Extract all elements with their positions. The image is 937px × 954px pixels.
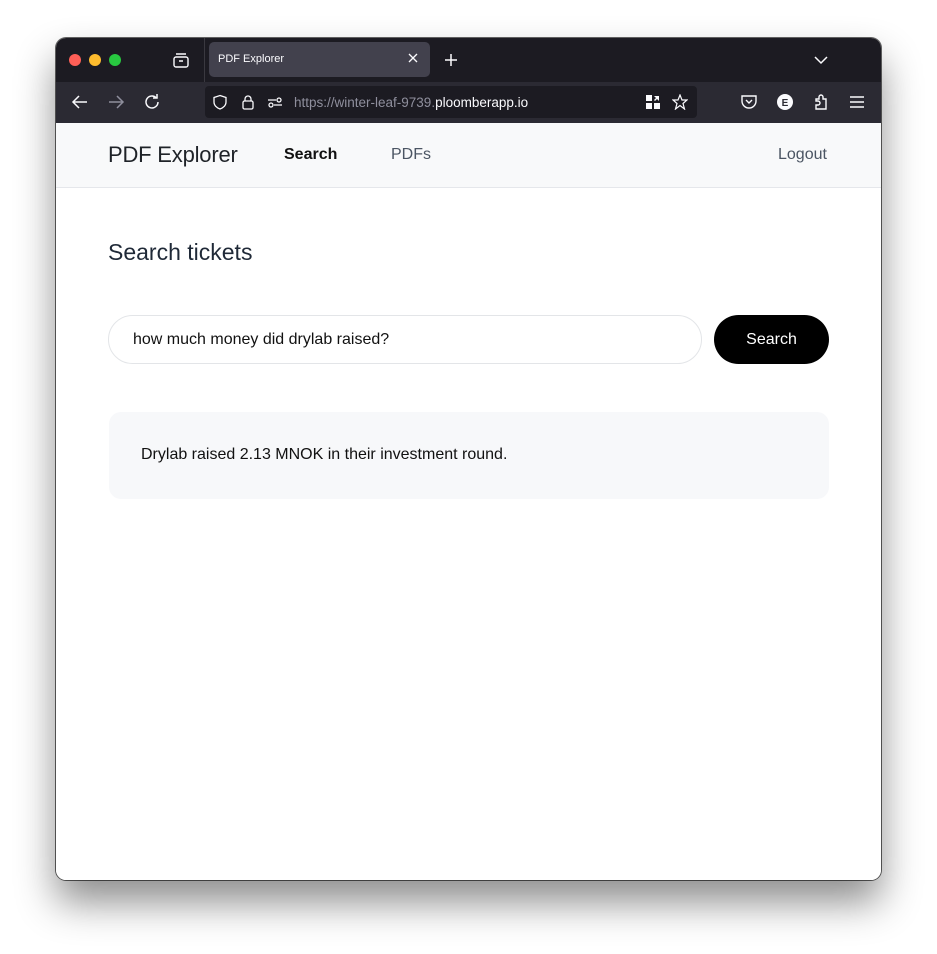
url-prefix: https://winter-leaf-9739. <box>294 95 436 110</box>
search-input[interactable] <box>108 315 702 364</box>
tab-overview-icon[interactable] <box>172 52 190 68</box>
navigation-toolbar: https://winter-leaf-9739.ploomberapp.io <box>56 82 881 123</box>
plus-icon[interactable] <box>442 51 460 69</box>
svg-text:E: E <box>782 98 789 109</box>
minimize-window-icon[interactable] <box>89 54 101 66</box>
result-card: Drylab raised 2.13 MNOK in their investm… <box>109 412 829 499</box>
brand-logo[interactable]: PDF Explorer <box>108 142 238 168</box>
url-bar[interactable]: https://winter-leaf-9739.ploomberapp.io <box>205 86 697 118</box>
close-window-icon[interactable] <box>69 54 81 66</box>
permissions-icon[interactable] <box>267 94 283 110</box>
pocket-icon[interactable] <box>739 92 759 112</box>
star-icon[interactable] <box>672 94 688 110</box>
puzzle-icon[interactable] <box>811 92 831 112</box>
page-title: Search tickets <box>108 239 253 265</box>
url-host: ploomberapp.io <box>435 95 529 110</box>
tab-title: PDF Explorer <box>218 53 285 65</box>
maximize-window-icon[interactable] <box>109 54 121 66</box>
close-icon[interactable] <box>406 51 420 65</box>
page-content: PDF Explorer Search PDFs Logout Search t… <box>56 123 881 880</box>
qr-code-icon[interactable] <box>645 94 661 110</box>
chevron-down-icon[interactable] <box>812 51 830 69</box>
browser-window: PDF Explorer https://winter-leaf-9739.pl… <box>56 38 881 880</box>
search-button[interactable]: Search <box>714 315 829 364</box>
nav-search[interactable]: Search <box>284 146 337 164</box>
arrow-right-icon[interactable] <box>106 92 126 112</box>
result-text: Drylab raised 2.13 MNOK in their investm… <box>141 446 508 463</box>
tab-divider <box>204 38 205 82</box>
nav-pdfs[interactable]: PDFs <box>391 146 431 164</box>
extension-e-icon[interactable]: E <box>775 92 795 112</box>
logout-link[interactable]: Logout <box>778 146 827 164</box>
site-header: PDF Explorer Search PDFs Logout <box>56 123 881 188</box>
tab-strip: PDF Explorer <box>56 38 881 82</box>
arrow-left-icon[interactable] <box>70 92 90 112</box>
shield-icon[interactable] <box>212 94 228 110</box>
url-text[interactable]: https://winter-leaf-9739.ploomberapp.io <box>294 95 528 110</box>
reload-icon[interactable] <box>142 92 162 112</box>
tab-active[interactable]: PDF Explorer <box>209 42 430 77</box>
hamburger-menu-icon[interactable] <box>847 92 867 112</box>
lock-icon[interactable] <box>240 94 256 110</box>
